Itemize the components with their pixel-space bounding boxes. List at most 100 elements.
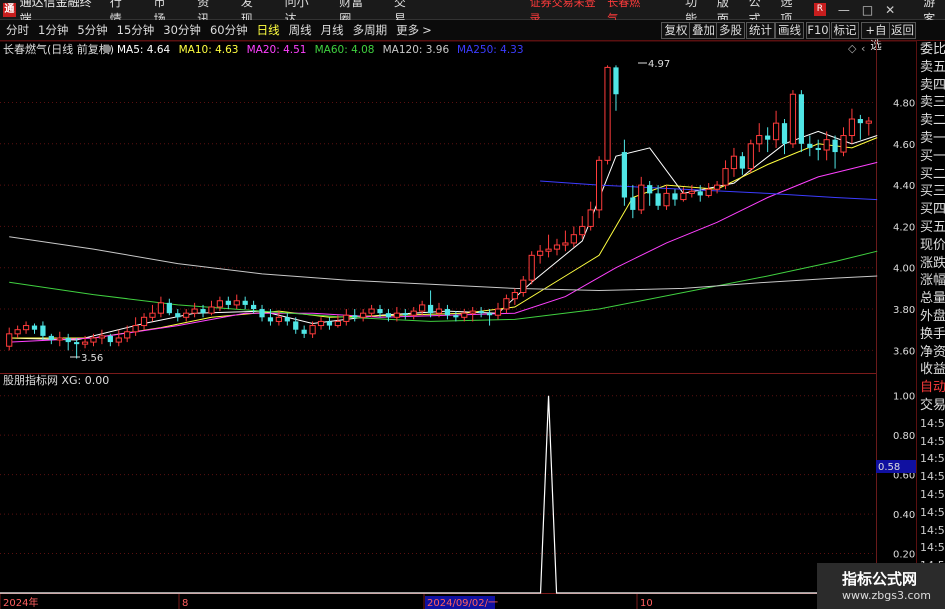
candle-body-up bbox=[713, 184, 721, 190]
period-monthly[interactable]: 月线 bbox=[321, 22, 344, 38]
period-intraday[interactable]: 分时 bbox=[6, 22, 29, 38]
ma-line-ma120 bbox=[9, 236, 878, 292]
candle-body-up bbox=[756, 135, 763, 145]
candle-body-down bbox=[621, 152, 628, 198]
candle-body-up bbox=[410, 310, 417, 316]
candle-body-down bbox=[478, 311, 484, 314]
candle-body-up bbox=[705, 188, 712, 196]
sidepanel-label: 卖三 bbox=[920, 95, 945, 111]
price-tick-label: 4.60 bbox=[893, 140, 915, 151]
price-tick-label: 4.40 bbox=[893, 181, 915, 192]
candle-body-up bbox=[823, 139, 830, 151]
candle-body-up bbox=[419, 304, 426, 312]
candle-body-down bbox=[647, 185, 653, 194]
candle-body-down bbox=[65, 337, 71, 343]
close-icon[interactable]: ✕ bbox=[885, 3, 895, 17]
multi-stock-button[interactable]: 多股 bbox=[716, 22, 745, 39]
candle-body-down bbox=[672, 193, 678, 200]
indicator-tick-label: 0.40 bbox=[893, 510, 915, 521]
candle-body-up bbox=[840, 135, 847, 153]
candle-body-down bbox=[630, 197, 636, 210]
trade-time: 14:56 bbox=[920, 434, 945, 448]
more-arrow-icon[interactable]: > bbox=[422, 23, 432, 37]
period-60min[interactable]: 60分钟 bbox=[210, 22, 248, 38]
indicator-tick-label: 0.20 bbox=[893, 550, 915, 561]
back-button[interactable]: 返回 bbox=[889, 22, 916, 39]
period-5min[interactable]: 5分钟 bbox=[77, 22, 107, 38]
watermark-title: 指标公式网 bbox=[842, 570, 918, 588]
watermark-logo: 指标公式网 www.zbgs3.com bbox=[817, 563, 945, 609]
sidepanel-label: 现价 bbox=[920, 237, 945, 253]
maximize-icon[interactable]: □ bbox=[862, 3, 873, 17]
candle-body-up bbox=[562, 242, 569, 246]
ma-legend-item: MA10: 4.63 bbox=[179, 44, 239, 56]
mark-button[interactable]: 标记 bbox=[831, 22, 859, 39]
chart-area[interactable]: 3.60 3.80 4.00 4.20 4.40 4.60 4.80 0.20 0.40 0.60… bbox=[0, 40, 918, 609]
candle-body-up bbox=[587, 209, 594, 227]
candle-body-up bbox=[343, 314, 350, 322]
candle-body-up bbox=[663, 192, 670, 207]
overlay-button[interactable]: 叠加 bbox=[689, 22, 718, 39]
candle-body-up bbox=[81, 341, 89, 345]
f10-button[interactable]: F10 bbox=[806, 22, 830, 39]
sidepanel-label: 总量 bbox=[920, 291, 945, 307]
candle-body-up bbox=[149, 312, 156, 318]
sidepanel-label: 卖一 bbox=[920, 130, 945, 146]
period-1min[interactable]: 1分钟 bbox=[38, 22, 68, 38]
period-daily[interactable]: 日线 bbox=[257, 22, 280, 38]
candle-body-up bbox=[570, 234, 577, 244]
candle-body-up bbox=[14, 329, 21, 335]
ma-legend-item: MA120: 3.96 bbox=[383, 44, 450, 56]
candle-body-down bbox=[301, 329, 307, 334]
candle-body-up bbox=[688, 190, 695, 194]
candle-body-down bbox=[200, 309, 206, 314]
period-more[interactable]: 更多 bbox=[396, 22, 419, 38]
candle-body-down bbox=[453, 315, 459, 318]
candle-body-up bbox=[579, 225, 586, 236]
add-watchlist-button[interactable]: +自选 bbox=[861, 22, 891, 52]
candle-body-down bbox=[377, 309, 383, 314]
sidepanel-label: 卖四 bbox=[920, 77, 945, 93]
sidepanel-label: 收益 bbox=[920, 362, 945, 378]
candle-body-up bbox=[368, 308, 375, 314]
candle-body-up bbox=[317, 320, 325, 327]
candle-body-up bbox=[275, 316, 282, 322]
sidepanel-label: 净资 bbox=[920, 344, 945, 360]
high-price-label: 4.97 bbox=[648, 59, 670, 70]
trade-tab[interactable]: 交易 bbox=[917, 397, 945, 415]
kline-chart[interactable]: 3.603.804.004.204.404.604.800.200.400.60… bbox=[0, 40, 918, 609]
period-multi[interactable]: 多周期 bbox=[353, 22, 388, 38]
adjust-button[interactable]: 复权 bbox=[661, 22, 691, 39]
pin-icon[interactable]: ‹ bbox=[861, 42, 865, 55]
candle-body-up bbox=[360, 312, 367, 318]
date-axis-label: 2024年 bbox=[0, 594, 38, 609]
period-15min[interactable]: 15分钟 bbox=[117, 22, 155, 38]
period-30min[interactable]: 30分钟 bbox=[163, 22, 201, 38]
sidepanel-label: 买五 bbox=[920, 219, 945, 235]
svg-text:8: 8 bbox=[182, 598, 188, 609]
sidepanel-label: 买二 bbox=[920, 166, 945, 182]
draw-line-button[interactable]: 画线 bbox=[775, 22, 804, 39]
expand-icon[interactable]: ◇ bbox=[848, 42, 857, 55]
auto-trade-toggle[interactable]: 自动 bbox=[917, 379, 945, 397]
trade-time: 14:56 bbox=[920, 487, 945, 501]
candle-body-up bbox=[503, 298, 510, 310]
candle-body-up bbox=[596, 159, 603, 211]
period-toolbar: 分时 1分钟 5分钟 15分钟 30分钟 60分钟 日线 周线 月线 多周期 更… bbox=[0, 20, 945, 52]
stats-button[interactable]: 统计 bbox=[746, 22, 775, 39]
period-weekly[interactable]: 周线 bbox=[289, 22, 312, 38]
candle-body-down bbox=[107, 335, 113, 343]
sidepanel-label: 卖五 bbox=[920, 59, 945, 75]
xg-signal-line bbox=[0, 395, 876, 594]
minimize-icon[interactable]: — bbox=[838, 3, 850, 17]
candle-body-down bbox=[267, 317, 274, 322]
candle-body-up bbox=[511, 292, 518, 300]
candle-body-up bbox=[865, 120, 872, 124]
candle-body-down bbox=[40, 325, 46, 336]
candle-body-up bbox=[132, 325, 139, 333]
sidepanel-label: 买三 bbox=[920, 184, 945, 200]
settings-icon[interactable] bbox=[102, 44, 112, 54]
candle-body-up bbox=[183, 312, 190, 318]
candle-body-up bbox=[393, 312, 400, 318]
candle-body-down bbox=[486, 313, 493, 316]
